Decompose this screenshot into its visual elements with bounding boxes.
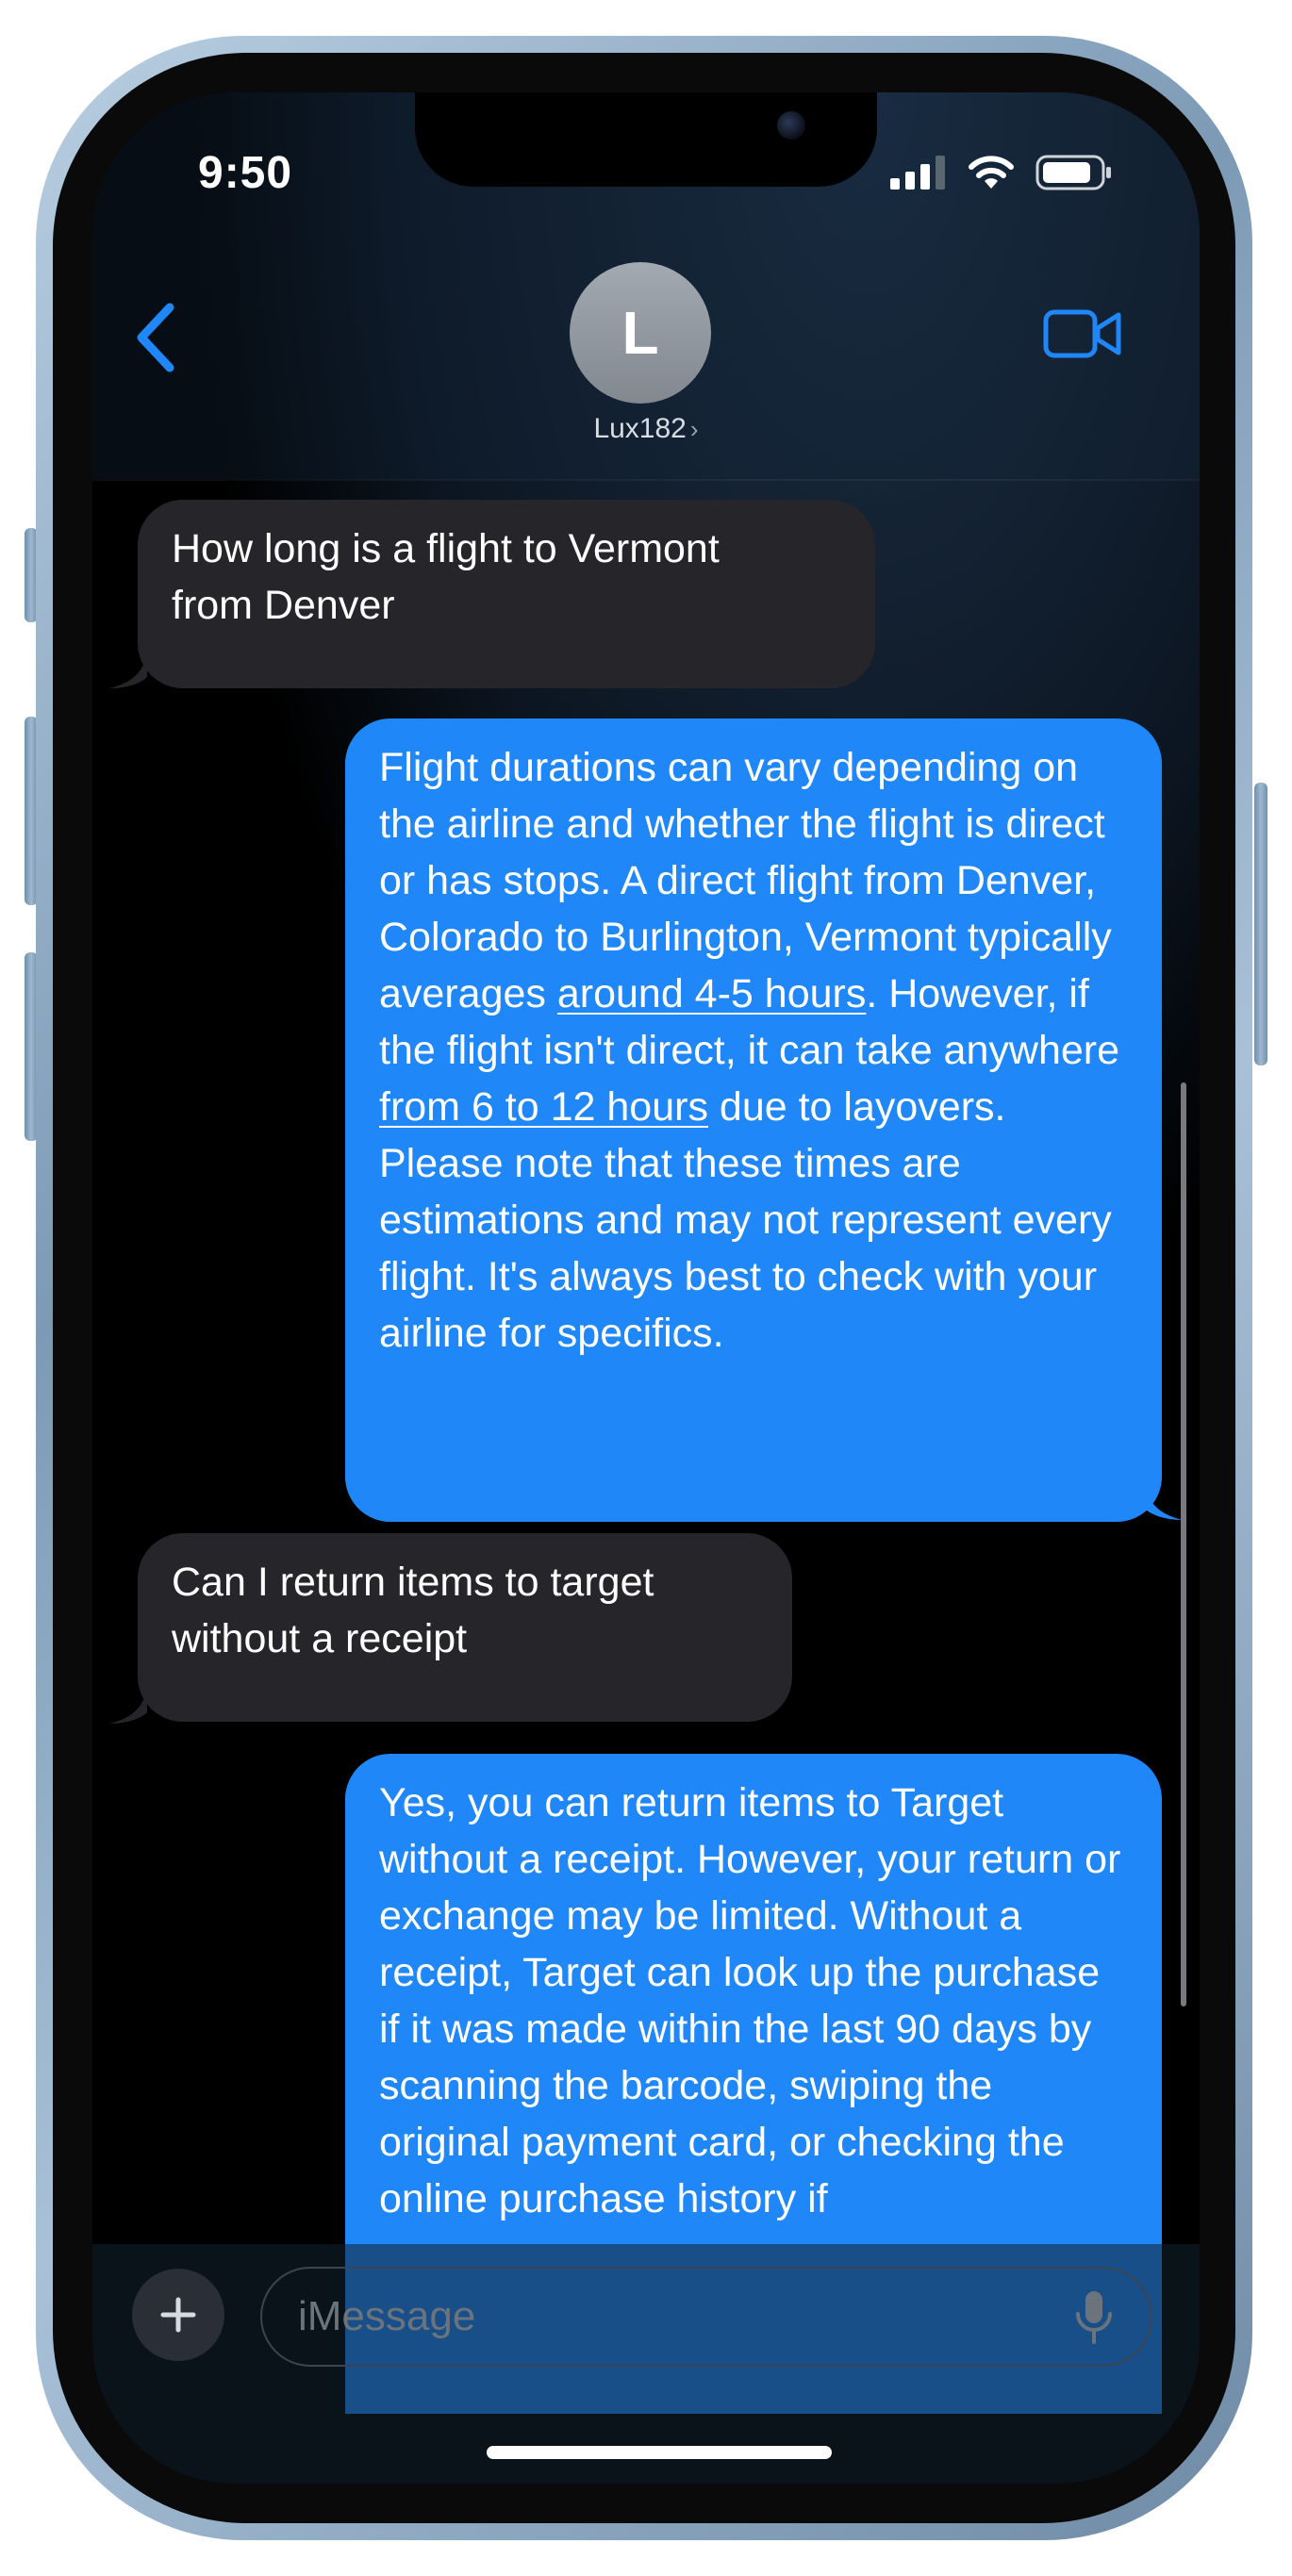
plus-icon bbox=[160, 2297, 196, 2333]
message-link-layover-duration[interactable]: from 6 to 12 hours bbox=[379, 1084, 708, 1130]
dynamic-island-notch bbox=[415, 92, 877, 187]
status-time: 9:50 bbox=[198, 148, 293, 198]
message-bubble-outgoing[interactable]: Flight durations can vary depending on t… bbox=[345, 718, 1162, 1522]
microphone-icon bbox=[1076, 2291, 1112, 2344]
screen: 9:50 L Lux182 › How long is a flight to … bbox=[92, 92, 1200, 2484]
message-input[interactable]: iMessage bbox=[260, 2267, 1152, 2367]
chevron-right-icon: › bbox=[689, 415, 699, 443]
message-bubble-incoming[interactable]: How long is a flight to Vermont from Den… bbox=[138, 500, 875, 688]
contact-name[interactable]: Lux182 › bbox=[92, 413, 1200, 445]
message-input-placeholder: iMessage bbox=[298, 2293, 476, 2339]
facetime-video-button[interactable] bbox=[1043, 307, 1122, 360]
cellular-signal-icon bbox=[890, 156, 945, 190]
dictation-button[interactable] bbox=[1073, 2289, 1115, 2346]
message-text: from Denver bbox=[172, 583, 395, 628]
message-bubble-incoming[interactable]: Can I return items to target without a r… bbox=[138, 1533, 792, 1722]
contact-name-label: Lux182 bbox=[593, 413, 687, 444]
video-camera-icon bbox=[1043, 309, 1121, 358]
message-text: Yes, you can return items to Target with… bbox=[379, 1780, 1121, 2221]
wifi-icon bbox=[969, 156, 1014, 189]
back-button[interactable] bbox=[128, 300, 185, 375]
chevron-left-icon bbox=[137, 303, 174, 372]
apps-plus-button[interactable] bbox=[132, 2269, 224, 2361]
front-camera bbox=[777, 111, 805, 140]
status-icons bbox=[890, 155, 1113, 190]
message-text: Can I return items to target bbox=[172, 1560, 654, 1605]
message-link-duration[interactable]: around 4-5 hours bbox=[557, 971, 867, 1016]
avatar-initial: L bbox=[621, 299, 659, 367]
scrollbar[interactable] bbox=[1181, 1082, 1186, 2006]
battery-icon bbox=[1035, 155, 1111, 190]
power-button[interactable] bbox=[1254, 783, 1267, 1065]
home-indicator[interactable] bbox=[487, 2446, 832, 2459]
message-text: without a receipt bbox=[172, 1616, 468, 1661]
header-divider bbox=[92, 479, 1200, 481]
contact-avatar[interactable]: L bbox=[570, 262, 711, 404]
message-text: How long is a flight to Vermont bbox=[172, 526, 720, 571]
